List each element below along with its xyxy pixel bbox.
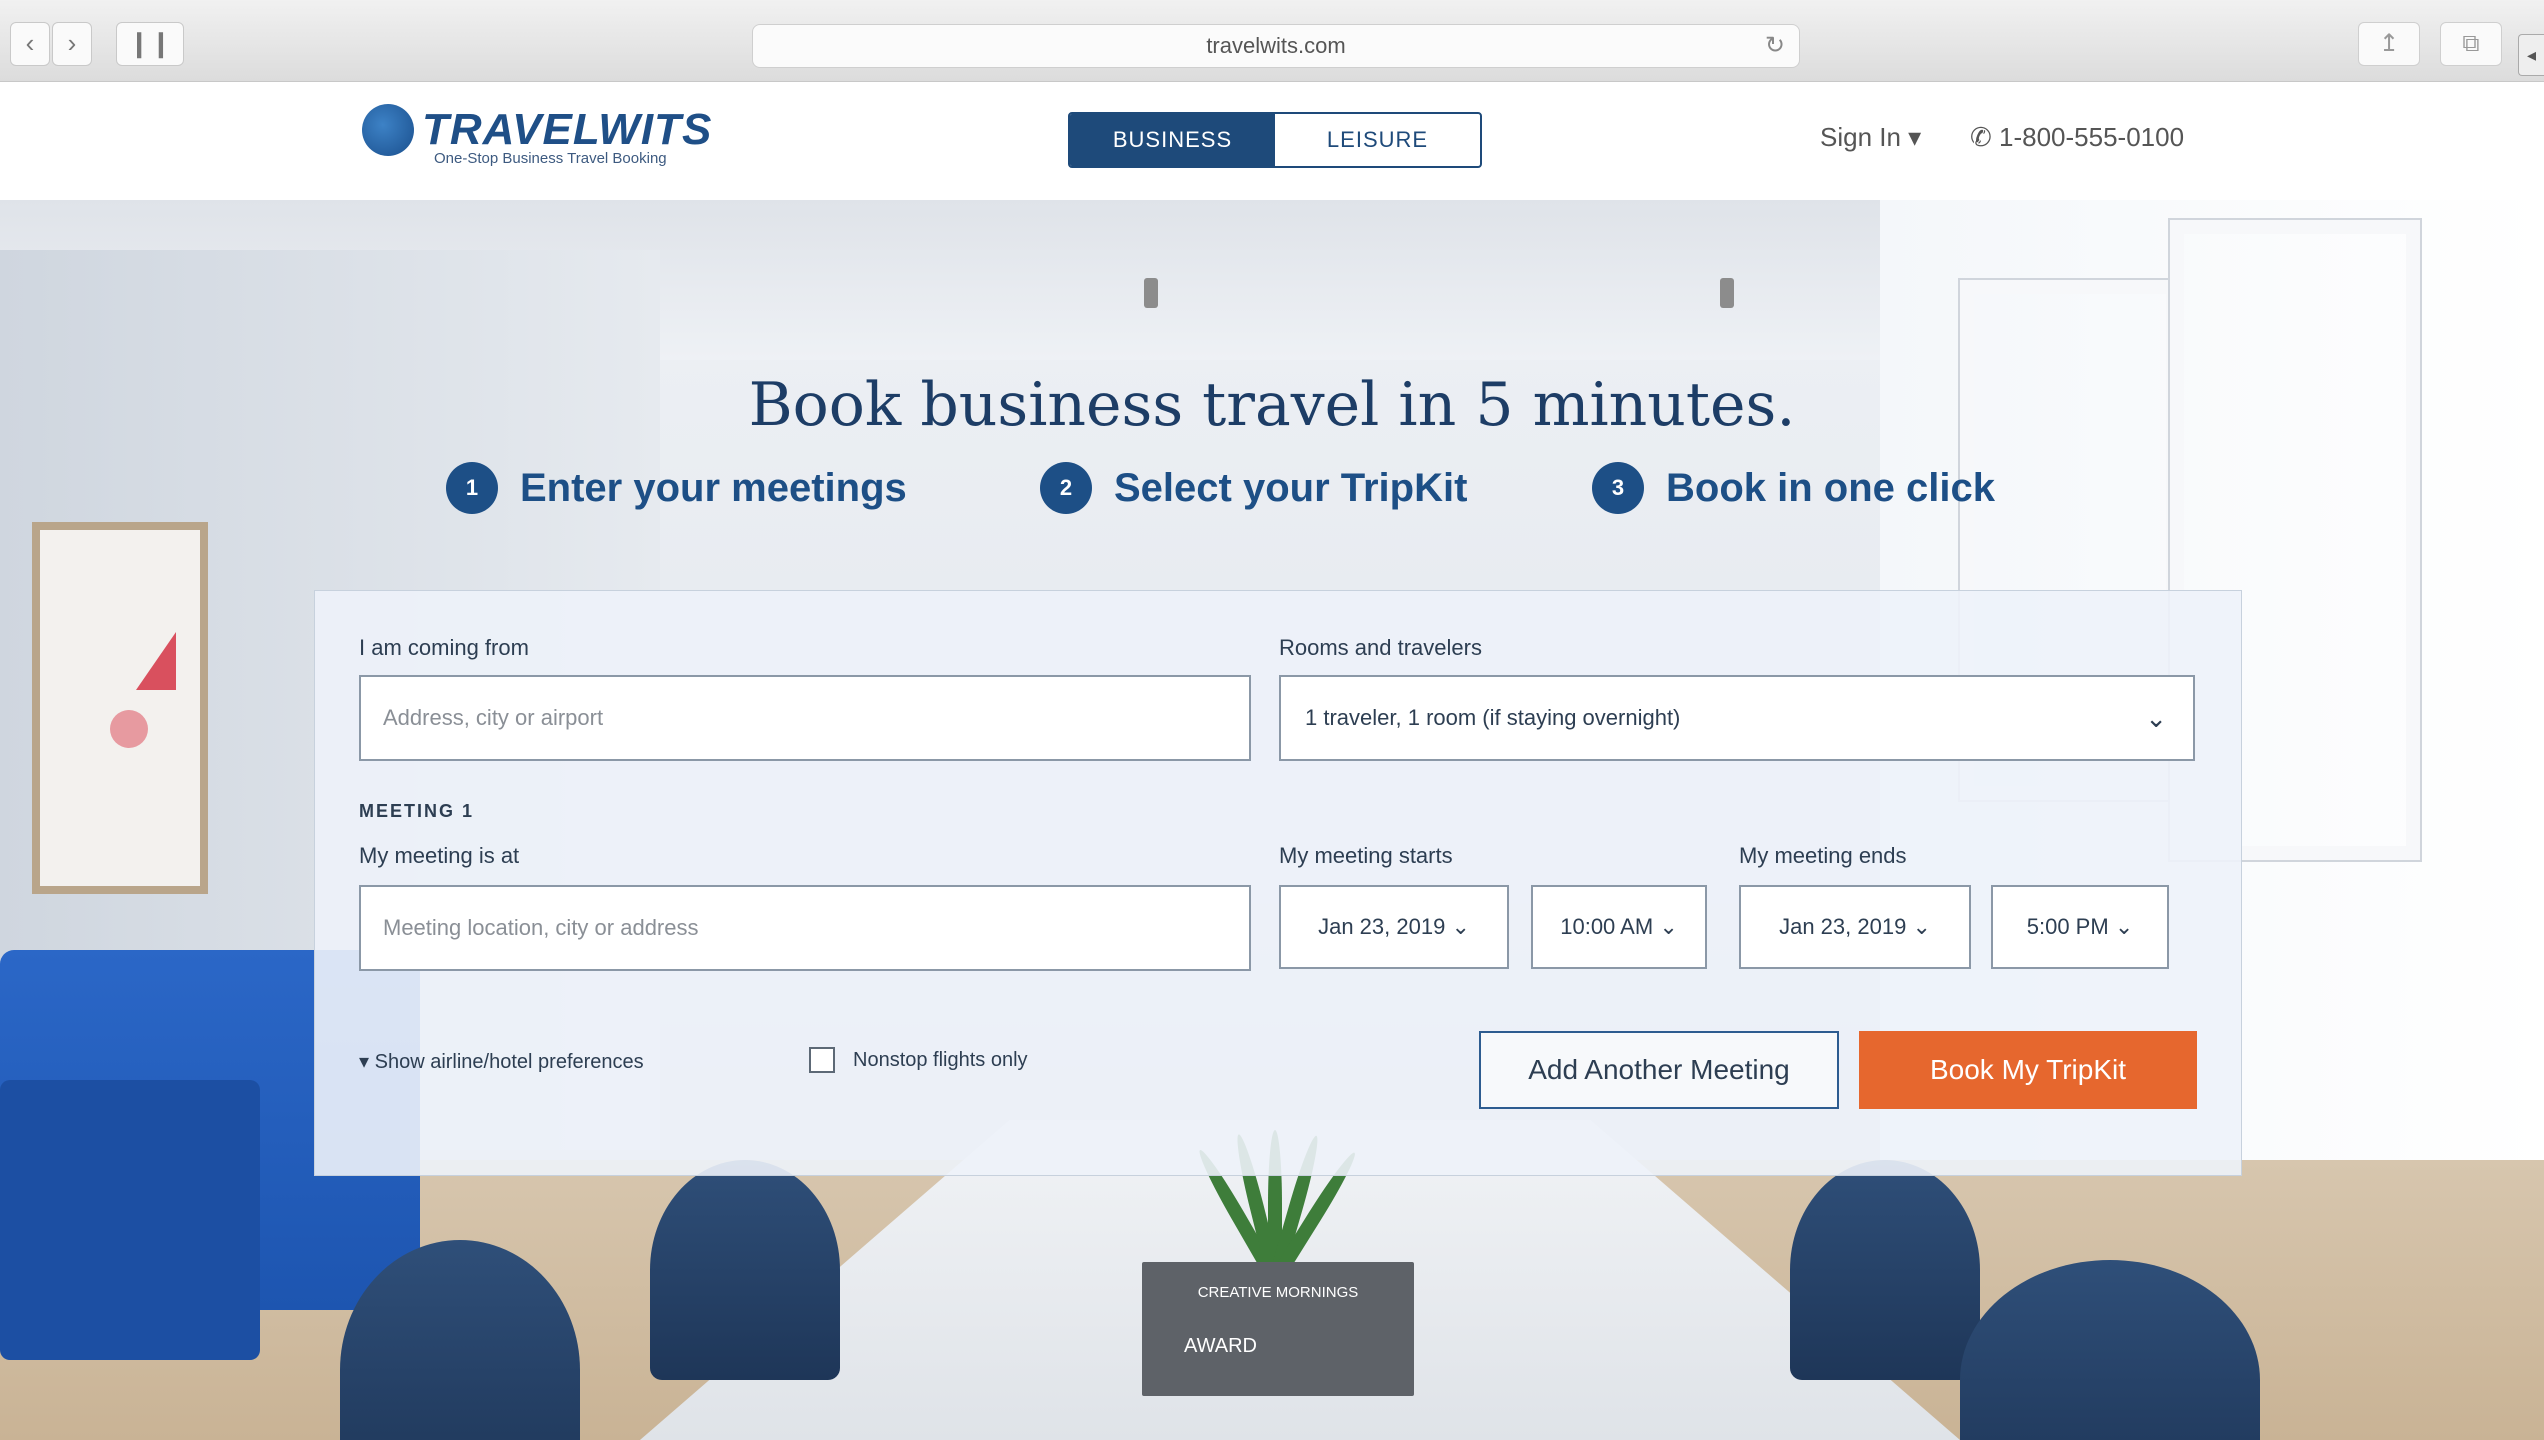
art-triangle bbox=[136, 632, 176, 690]
chevron-down-icon: ⌄ bbox=[2114, 914, 2134, 939]
add-meeting-button[interactable]: Add Another Meeting bbox=[1479, 1031, 1839, 1109]
start-date-value: Jan 23, 2019 bbox=[1318, 914, 1446, 939]
phone-number: ✆ 1-800-555-0100 bbox=[1970, 122, 2184, 153]
preferences-toggle[interactable]: ▾ Show airline/hotel preferences bbox=[359, 1049, 644, 1074]
trip-mode-toggle: BUSINESS LEISURE bbox=[1068, 112, 1482, 168]
rooms-select[interactable]: 1 traveler, 1 room (if staying overnight… bbox=[1279, 675, 2195, 761]
origin-input[interactable]: Address, city or airport bbox=[359, 675, 1251, 761]
reload-icon[interactable]: ↻ bbox=[1765, 25, 1785, 67]
step-label: Book in one click bbox=[1666, 465, 1995, 510]
logo[interactable]: TRAVELWITS bbox=[362, 104, 712, 156]
step-number-badge: 2 bbox=[1040, 462, 1092, 514]
meeting-location-label: My meeting is at bbox=[359, 843, 520, 868]
tabs-icon[interactable]: ⧉ bbox=[2440, 22, 2502, 66]
background-chair bbox=[1790, 1160, 1980, 1380]
chevron-down-icon: ⌄ bbox=[1451, 914, 1470, 939]
share-icon[interactable]: ↥ bbox=[2358, 22, 2420, 66]
mode-business-button[interactable]: BUSINESS bbox=[1070, 114, 1275, 166]
step-number-badge: 1 bbox=[446, 462, 498, 514]
browser-toolbar: ‹ › ❙❙ travelwits.com ↻ ↥ ⧉ ◂ bbox=[0, 0, 2544, 82]
globe-icon bbox=[362, 104, 414, 156]
brand-tagline: One-Stop Business Travel Booking bbox=[434, 150, 667, 167]
mode-leisure-button[interactable]: LEISURE bbox=[1275, 114, 1480, 166]
wall-art bbox=[32, 522, 208, 894]
hero-headline: Book business travel in 5 minutes. bbox=[748, 370, 1796, 440]
ceiling-lamp bbox=[1144, 278, 1158, 308]
chevron-down-icon: ▾ bbox=[359, 1051, 375, 1073]
url-text: travelwits.com bbox=[1206, 33, 1346, 58]
step-label: Select your TripKit bbox=[1114, 465, 1468, 510]
site-header: TRAVELWITS One-Stop Business Travel Book… bbox=[0, 82, 2544, 200]
ceiling-lamp bbox=[1720, 278, 1734, 308]
chevron-down-icon: ⌄ bbox=[2145, 703, 2167, 733]
meeting-start-label: My meeting starts bbox=[1279, 843, 1453, 868]
preferences-toggle-label: Show airline/hotel preferences bbox=[374, 1051, 644, 1073]
rooms-label: Rooms and travelers bbox=[1279, 635, 1482, 660]
nonstop-option[interactable]: Nonstop flights only bbox=[809, 1047, 1028, 1073]
sidebar-collapse-icon[interactable]: ◂ bbox=[2518, 34, 2544, 76]
pot-caption: CREATIVE MORNINGS bbox=[1197, 1284, 1359, 1301]
booking-form: I am coming from Address, city or airpor… bbox=[314, 590, 2242, 1176]
start-time-value: 10:00 AM bbox=[1560, 914, 1654, 939]
step-2: 2 Select your TripKit bbox=[1040, 462, 1467, 514]
phone-icon: ✆ bbox=[1970, 122, 2000, 152]
end-time-select[interactable]: 5:00 PM ⌄ bbox=[1991, 885, 2169, 969]
hero-section: CREATIVE MORNINGS AWARD Book business tr… bbox=[0, 200, 2544, 1440]
forward-icon[interactable]: › bbox=[52, 22, 92, 66]
step-1: 1 Enter your meetings bbox=[446, 462, 907, 514]
chevron-down-icon: ⌄ bbox=[1912, 914, 1931, 939]
meeting-section-title: MEETING 1 bbox=[359, 801, 475, 821]
pot-note: AWARD bbox=[1184, 1335, 1257, 1357]
end-date-select[interactable]: Jan 23, 2019 ⌄ bbox=[1739, 885, 1971, 969]
origin-label: I am coming from bbox=[359, 635, 529, 660]
start-time-select[interactable]: 10:00 AM ⌄ bbox=[1531, 885, 1707, 969]
chevron-down-icon: ⌄ bbox=[1659, 914, 1678, 939]
art-circle bbox=[110, 710, 148, 748]
sidebar-icon[interactable]: ❙❙ bbox=[116, 22, 184, 66]
brand-name: TRAVELWITS bbox=[422, 105, 713, 154]
book-tripkit-button[interactable]: Book My TripKit bbox=[1859, 1031, 2197, 1109]
rooms-value: 1 traveler, 1 room (if staying overnight… bbox=[1305, 705, 1681, 730]
background-sofa-arm bbox=[0, 1080, 260, 1360]
meeting-location-input[interactable]: Meeting location, city or address bbox=[359, 885, 1251, 971]
plant-pot: CREATIVE MORNINGS AWARD bbox=[1142, 1262, 1414, 1396]
step-3: 3 Book in one click bbox=[1592, 462, 1995, 514]
phone-text: 1-800-555-0100 bbox=[1999, 122, 2185, 152]
start-date-select[interactable]: Jan 23, 2019 ⌄ bbox=[1279, 885, 1509, 969]
back-icon[interactable]: ‹ bbox=[10, 22, 50, 66]
end-date-value: Jan 23, 2019 bbox=[1779, 914, 1907, 939]
end-time-value: 5:00 PM bbox=[2026, 914, 2109, 939]
background-chair bbox=[650, 1160, 840, 1380]
nonstop-checkbox[interactable] bbox=[809, 1047, 835, 1073]
meeting-end-label: My meeting ends bbox=[1739, 843, 1907, 868]
step-label: Enter your meetings bbox=[520, 465, 907, 510]
address-bar[interactable]: travelwits.com ↻ bbox=[752, 24, 1800, 68]
nonstop-label: Nonstop flights only bbox=[853, 1048, 1028, 1071]
step-number-badge: 3 bbox=[1592, 462, 1644, 514]
sign-in-link[interactable]: Sign In ▾ bbox=[1820, 122, 1921, 153]
